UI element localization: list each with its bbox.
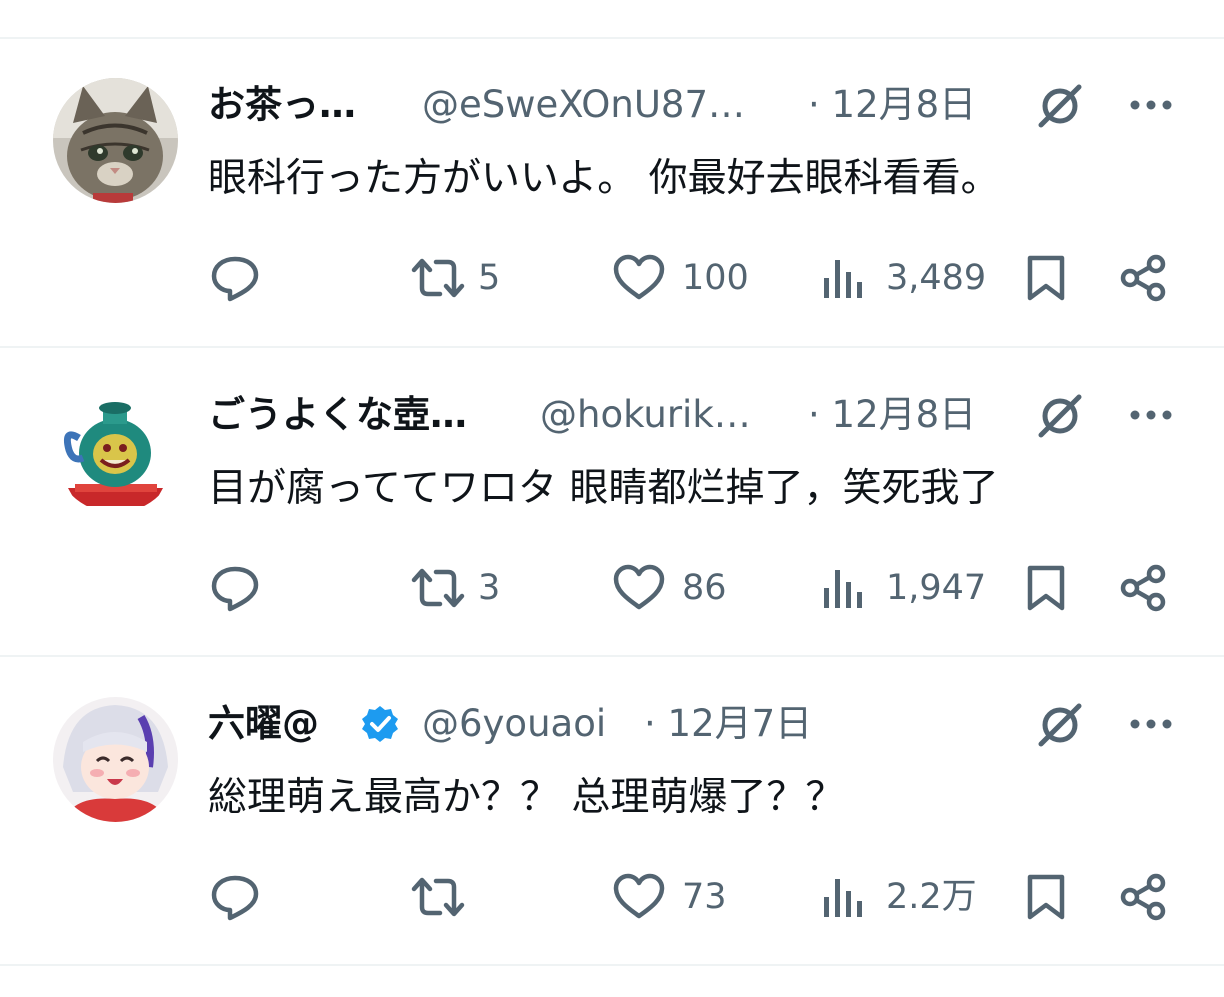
retweet-button[interactable]: 3 (410, 564, 530, 612)
retweet-button[interactable]: 5 (410, 254, 530, 302)
retweet-icon (411, 568, 465, 608)
view-count: 2.2万 (886, 877, 977, 917)
views-button[interactable]: 3,489 (820, 254, 1000, 302)
like-count: 86 (682, 568, 727, 608)
tweet-text: 目が腐っててワロタ 眼睛都烂掉了，笑死我了 (208, 466, 999, 511)
views-icon (824, 260, 862, 298)
display-name[interactable]: お茶っ… (208, 80, 356, 130)
tweet-date[interactable]: · 12月8日 (808, 390, 976, 440)
more-icon[interactable] (1127, 393, 1175, 437)
anime-girl-avatar (53, 697, 178, 822)
share-button[interactable] (1118, 254, 1168, 302)
tweet-date[interactable]: · 12月7日 (644, 699, 812, 749)
pot-of-greed-avatar (53, 388, 178, 513)
verified-badge-icon[interactable] (360, 704, 400, 744)
heart-icon (613, 873, 665, 919)
reply-button[interactable] (210, 873, 270, 921)
reply-button[interactable] (210, 564, 270, 612)
views-icon (824, 879, 862, 917)
action-bar: 5 100 3,489 (0, 248, 1224, 308)
action-bar: 73 2.2万 (0, 867, 1224, 927)
reply-icon (211, 256, 259, 302)
bookmark-icon (1027, 255, 1065, 301)
tweet-header: ごうよくな壺… @hokurik… · 12月8日 (208, 390, 1208, 440)
like-count: 100 (682, 258, 749, 298)
views-icon (824, 570, 862, 608)
view-count: 1,947 (886, 568, 987, 608)
reply-icon (211, 566, 259, 612)
like-button[interactable]: 86 (612, 564, 762, 612)
tweet-date[interactable]: · 12月8日 (808, 80, 976, 130)
more-icon[interactable] (1127, 83, 1175, 127)
bookmark-button[interactable] (1024, 873, 1068, 921)
cat-avatar (53, 78, 178, 203)
heart-icon (613, 254, 665, 300)
share-button[interactable] (1118, 873, 1168, 921)
grok-icon[interactable] (1035, 83, 1085, 129)
like-button[interactable]: 100 (612, 254, 762, 302)
action-bar: 3 86 1,947 (0, 558, 1224, 618)
bookmark-button[interactable] (1024, 254, 1068, 302)
retweet-count: 3 (478, 568, 501, 608)
views-button[interactable]: 1,947 (820, 564, 1000, 612)
heart-icon (613, 564, 665, 610)
user-handle[interactable]: @eSweXOnU87… (422, 80, 745, 130)
display-name[interactable]: ごうよくな壺… (208, 390, 467, 440)
share-icon (1120, 564, 1166, 612)
tweet-header: お茶っ… @eSweXOnU87… · 12月8日 (208, 80, 1208, 130)
display-name[interactable]: 六曜@ (208, 699, 319, 749)
share-icon (1120, 254, 1166, 302)
reply-button[interactable] (210, 254, 270, 302)
share-icon (1120, 873, 1166, 921)
retweet-icon (411, 877, 465, 917)
avatar[interactable] (53, 697, 178, 822)
tweet-header: 六曜@ @6youaoi · 12月7日 (208, 699, 1208, 749)
bookmark-button[interactable] (1024, 564, 1068, 612)
grok-icon[interactable] (1035, 702, 1085, 748)
like-button[interactable]: 73 (612, 873, 762, 921)
tweet-reply-2[interactable]: ごうよくな壺… @hokurik… · 12月8日 目が腐っててワロタ 眼睛都烂… (0, 348, 1224, 656)
bookmark-icon (1027, 874, 1065, 920)
views-button[interactable]: 2.2万 (820, 873, 1000, 921)
retweet-icon (411, 258, 465, 298)
tweet-reply-1[interactable]: お茶っ… @eSweXOnU87… · 12月8日 眼科行った方がいいよ。 你最… (0, 38, 1224, 346)
retweet-button[interactable] (410, 873, 530, 921)
retweet-count: 5 (478, 258, 501, 298)
avatar[interactable] (53, 388, 178, 513)
bookmark-icon (1027, 565, 1065, 611)
more-icon[interactable] (1127, 702, 1175, 746)
view-count: 3,489 (886, 258, 987, 298)
grok-icon[interactable] (1035, 393, 1085, 439)
avatar[interactable] (53, 78, 178, 203)
user-handle[interactable]: @hokurik… (540, 390, 751, 440)
tweet-reply-3[interactable]: 六曜@ @6youaoi · 12月7日 総理萌え最高か？？ 总理萌爆了？？ 7… (0, 657, 1224, 965)
tweet-text: 眼科行った方がいいよ。 你最好去眼科看看。 (208, 156, 1000, 201)
user-handle[interactable]: @6youaoi (422, 699, 606, 749)
tweet-text: 総理萌え最高か？？ 总理萌爆了？？ (208, 775, 845, 820)
like-count: 73 (682, 877, 727, 917)
reply-icon (211, 875, 259, 921)
share-button[interactable] (1118, 564, 1168, 612)
